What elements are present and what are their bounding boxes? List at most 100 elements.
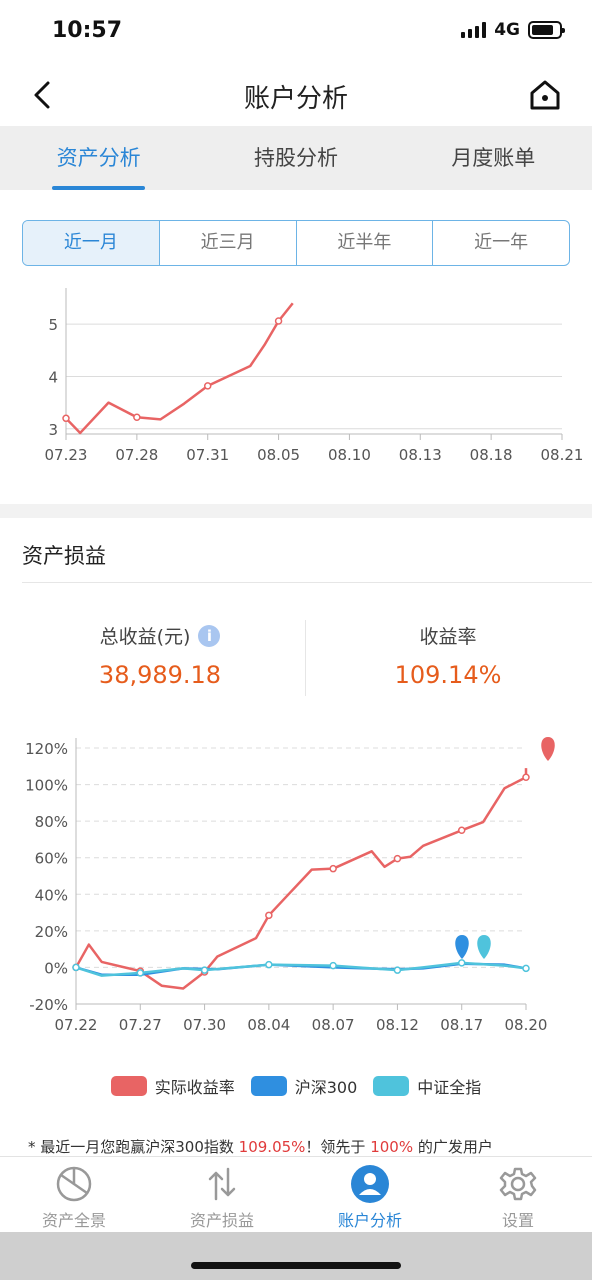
x-tick-label: 08.04 xyxy=(247,1016,290,1034)
chart-legend: 实际收益率 沪深300 中证全指 xyxy=(0,1074,592,1098)
data-point xyxy=(136,969,145,977)
analysis-tabs: 资产分析 持股分析 月度账单 xyxy=(0,126,592,190)
data-point xyxy=(457,826,466,835)
x-tick-label: 08.12 xyxy=(376,1016,419,1034)
data-point xyxy=(522,773,530,782)
range-6-months-button[interactable]: 近半年 xyxy=(297,221,434,265)
y-tick-label: 100% xyxy=(25,777,68,795)
home-indicator[interactable] xyxy=(191,1262,401,1269)
performance-footnote: * 最近一月您跑赢沪深300指数 109.05%！领先于 100% 的广发用户 xyxy=(28,1136,493,1157)
status-indicators: 4G xyxy=(461,20,565,40)
home-icon xyxy=(530,80,560,110)
tabbar-item-settings[interactable]: 设置 xyxy=(444,1157,592,1232)
y-tick-label: 40% xyxy=(35,886,68,904)
data-point xyxy=(265,911,273,920)
footnote-beat-value: 109.05% xyxy=(238,1138,306,1156)
x-tick-label: 08.07 xyxy=(312,1016,355,1034)
data-point xyxy=(329,864,337,873)
status-bar: 10:57 4G xyxy=(0,0,592,64)
x-tick-label: 08.05 xyxy=(257,446,300,464)
y-tick-label: 20% xyxy=(35,923,68,941)
legend-label: 沪深300 xyxy=(294,1078,358,1097)
total-profit-stat: 总收益(元) i 38,989.18 xyxy=(12,622,308,689)
footnote-lead-value: 100% xyxy=(370,1138,414,1156)
legend-swatch xyxy=(373,1076,410,1096)
data-point xyxy=(329,961,337,970)
total-profit-value: 38,989.18 xyxy=(98,661,222,689)
max-value-pin xyxy=(477,935,491,959)
time-range-selector: 近一月 近三月 近半年 近一年 xyxy=(22,220,570,266)
up-down-arrows-icon xyxy=(208,1167,236,1201)
max-value-pin xyxy=(455,935,469,959)
range-3-months-button[interactable]: 近三月 xyxy=(160,221,297,265)
data-point xyxy=(274,317,283,325)
asset-line-chart[interactable]: 3 4 5 07.23 07.28 07.31 08.05 08.10 08.13 08.18 08… xyxy=(0,282,592,482)
y-tick-label: 120% xyxy=(25,740,68,758)
nav-bar: 账户分析 xyxy=(0,64,592,126)
x-tick-label: 07.27 xyxy=(119,1016,162,1034)
data-point xyxy=(72,963,80,972)
tabbar-label: 资产全景 xyxy=(41,1211,106,1230)
y-tick-label: 80% xyxy=(35,813,68,831)
x-tick-label: 08.21 xyxy=(541,446,584,464)
x-tick-label: 07.23 xyxy=(45,446,88,464)
pnl-card: 资产损益 总收益(元) i 38,989.18 收益率 109.14% -20%… xyxy=(0,518,592,1158)
legend-label: 中证全指 xyxy=(417,1078,482,1097)
y-tick-label: 60% xyxy=(35,850,68,868)
status-time: 10:57 xyxy=(52,18,123,43)
info-icon[interactable]: i xyxy=(198,624,221,647)
network-type: 4G xyxy=(494,20,520,40)
y-tick-label: 5 xyxy=(48,316,58,334)
home-button[interactable] xyxy=(528,78,562,112)
data-point xyxy=(203,382,212,390)
x-tick-label: 08.18 xyxy=(470,446,513,464)
max-value-pin xyxy=(541,737,555,761)
gear-icon xyxy=(499,1167,537,1201)
tab-asset-analysis[interactable]: 资产分析 xyxy=(0,126,197,190)
tabbar-label: 资产损益 xyxy=(189,1211,254,1230)
section-title: 资产损益 xyxy=(22,544,106,568)
tabbar-label: 账户分析 xyxy=(337,1211,402,1230)
legend-label: 实际收益率 xyxy=(154,1078,235,1097)
y-tick-label: -20% xyxy=(29,996,68,1014)
return-rate-stat: 收益率 109.14% xyxy=(300,622,592,689)
y-tick-label: 0% xyxy=(44,959,68,977)
battery-icon xyxy=(528,21,565,39)
legend-item-csi300[interactable]: 沪深300 xyxy=(250,1074,358,1098)
tab-monthly-bill[interactable]: 月度账单 xyxy=(395,126,592,190)
x-tick-label: 07.30 xyxy=(183,1016,226,1034)
data-point xyxy=(265,960,273,969)
legend-item-actual-return[interactable]: 实际收益率 xyxy=(110,1074,235,1098)
y-tick-label: 4 xyxy=(48,368,58,386)
x-tick-label: 07.28 xyxy=(115,446,158,464)
footnote-prefix: * 最近一月您跑赢沪深300指数 xyxy=(28,1138,239,1156)
data-point xyxy=(522,964,530,973)
x-tick-label: 08.10 xyxy=(328,446,371,464)
legend-item-csi-all-share[interactable]: 中证全指 xyxy=(373,1074,481,1098)
data-point xyxy=(457,959,466,967)
data-point xyxy=(133,413,141,422)
x-tick-label: 08.20 xyxy=(505,1016,548,1034)
tabbar-item-asset-overview[interactable]: 资产全景 xyxy=(0,1157,148,1232)
pie-chart-icon xyxy=(56,1166,92,1202)
legend-swatch xyxy=(250,1076,287,1096)
asset-trend-card: 近一月 近三月 近半年 近一年 3 4 5 07.23 07.28 07.31 08.05 0… xyxy=(0,190,592,504)
data-point xyxy=(393,966,402,974)
data-point xyxy=(200,966,209,974)
range-1-year-button[interactable]: 近一年 xyxy=(433,221,569,265)
x-tick-label: 07.22 xyxy=(55,1016,98,1034)
y-tick-label: 3 xyxy=(48,421,58,439)
range-1-month-button[interactable]: 近一月 xyxy=(23,221,160,265)
footnote-suffix: 的广发用户 xyxy=(413,1138,493,1156)
x-tick-label: 08.13 xyxy=(399,446,442,464)
series-line-0 xyxy=(74,768,528,990)
tabbar-item-asset-pnl[interactable]: 资产损益 xyxy=(148,1157,296,1232)
return-comparison-chart[interactable]: -20% 0% 20% 40% 60% 80% 100% 120% 07.22 07.27 07.3… xyxy=(0,728,592,1038)
section-divider xyxy=(22,582,592,583)
tab-holding-analysis[interactable]: 持股分析 xyxy=(197,126,394,190)
tabbar-item-account-analysis[interactable]: 账户分析 xyxy=(296,1157,444,1232)
x-tick-label: 07.31 xyxy=(186,446,229,464)
signal-icon xyxy=(461,22,487,38)
home-indicator-area xyxy=(0,1232,592,1280)
legend-swatch xyxy=(110,1076,147,1096)
